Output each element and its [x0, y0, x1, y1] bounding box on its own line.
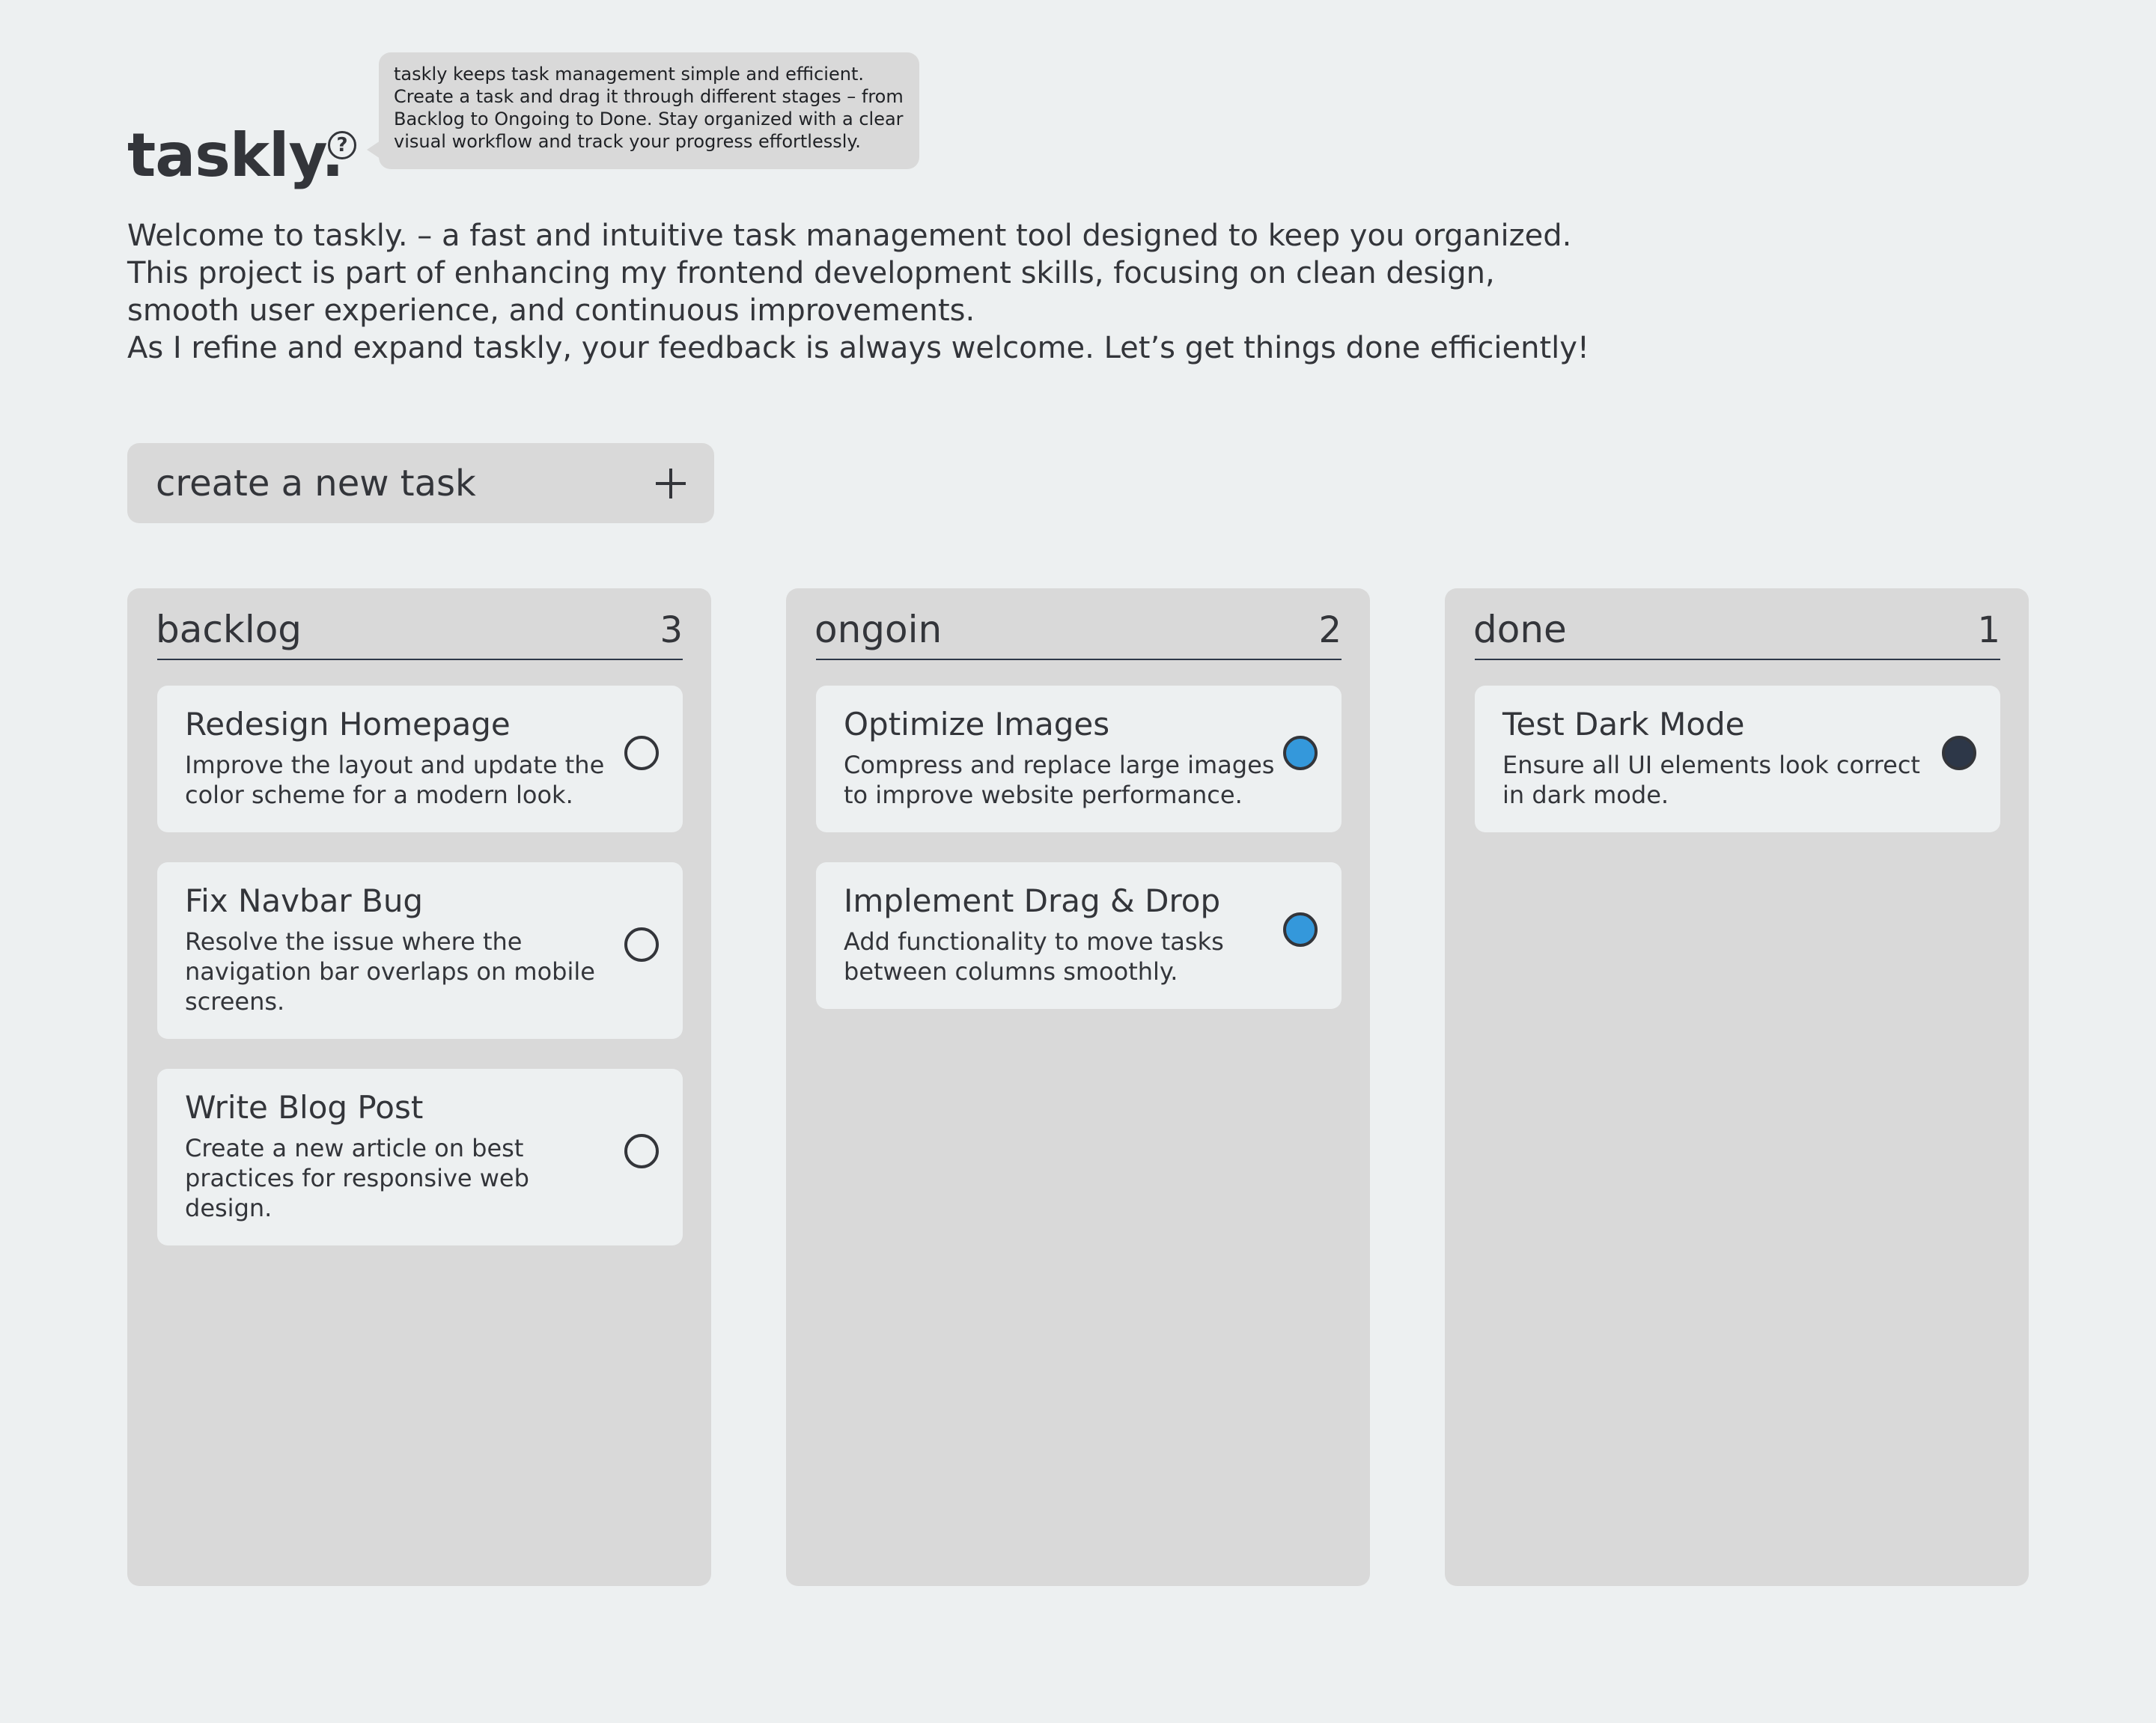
tooltip-line: taskly keeps task management simple and … — [394, 64, 864, 85]
ongoing-column[interactable]: ongoin 2 Optimize Images Compress and repla… — [786, 588, 1370, 1586]
intro-line: smooth user experience, and continuous i… — [127, 293, 975, 328]
column-header: done 1 — [1473, 588, 2000, 660]
task-title: Implement Drag & Drop — [844, 882, 1221, 919]
status-circle-icon[interactable] — [624, 736, 659, 770]
column-count: 1 — [1977, 609, 2000, 651]
status-circle-icon[interactable] — [1283, 912, 1318, 947]
task-title: Fix Navbar Bug — [185, 882, 424, 919]
task-card[interactable]: Write Blog Post Create a new article on b… — [157, 1069, 683, 1245]
task-card[interactable]: Implement Drag & Drop Add functionality t… — [816, 862, 1342, 1009]
status-circle-icon[interactable] — [624, 927, 659, 962]
task-description: Resolve the issue where the navigation b… — [185, 927, 595, 1016]
task-description: Improve the layout and update the color … — [185, 751, 605, 809]
create-task-label: create a new task — [156, 462, 476, 504]
task-title: Test Dark Mode — [1502, 706, 1745, 742]
backlog-column[interactable]: backlog 3 Redesign Homepage Improve the lay… — [127, 588, 711, 1586]
intro-line: As I refine and expand taskly, your feed… — [127, 331, 1589, 365]
status-circle-icon[interactable] — [1942, 736, 1976, 770]
column-header: ongoin 2 — [814, 588, 1342, 660]
task-card[interactable]: Redesign Homepage Improve the layout and … — [157, 686, 683, 832]
task-title: Optimize Images — [844, 706, 1110, 742]
status-circle-icon[interactable] — [624, 1134, 659, 1168]
task-text: Optimize Images Compress and replace larg… — [844, 705, 1278, 810]
done-column[interactable]: done 1 Test Dark Mode Ensure all UI element… — [1445, 588, 2029, 1586]
task-list: Test Dark Mode Ensure all UI elements loo… — [1475, 660, 2000, 832]
intro-line: Welcome to taskly. – a fast and intuitiv… — [127, 219, 1572, 253]
task-list: Redesign Homepage Improve the layout and … — [157, 660, 683, 1245]
column-title: backlog — [156, 608, 302, 651]
tooltip-line: visual workflow and track your progress … — [394, 131, 861, 152]
plus-icon — [656, 468, 686, 498]
task-list: Optimize Images Compress and replace larg… — [816, 660, 1342, 1009]
task-board: backlog 3 Redesign Homepage Improve the lay… — [127, 588, 2029, 1586]
intro-text: Welcome to taskly. – a fast and intuitiv… — [127, 217, 1737, 367]
task-title: Redesign Homepage — [185, 706, 511, 742]
column-header: backlog 3 — [156, 588, 683, 660]
task-card[interactable]: Test Dark Mode Ensure all UI elements loo… — [1475, 686, 2000, 832]
column-count: 2 — [1318, 609, 1342, 651]
task-title: Write Blog Post — [185, 1089, 424, 1126]
column-count: 3 — [660, 609, 683, 651]
task-text: Test Dark Mode Ensure all UI elements loo… — [1502, 705, 1937, 810]
task-description: Create a new article on best practices f… — [185, 1134, 529, 1222]
task-card[interactable]: Fix Navbar Bug Resolve the issue where th… — [157, 862, 683, 1039]
task-description: Ensure all UI elements look correct in d… — [1502, 751, 1920, 809]
task-description: Compress and replace large images to imp… — [844, 751, 1275, 809]
task-description: Add functionality to move tasks between … — [844, 927, 1224, 986]
task-text: Redesign Homepage Improve the layout and … — [185, 705, 619, 810]
tooltip-line: Create a task and drag it through differ… — [394, 86, 904, 107]
status-circle-icon[interactable] — [1283, 736, 1318, 770]
intro-line: This project is part of enhancing my fro… — [127, 256, 1495, 290]
help-tooltip: taskly keeps task management simple and … — [367, 52, 919, 169]
column-title: done — [1473, 608, 1567, 651]
question-circle-icon[interactable]: ? — [328, 131, 356, 159]
task-text: Write Blog Post Create a new article on b… — [185, 1088, 619, 1223]
column-title: ongoin — [814, 608, 943, 651]
create-task-button[interactable]: create a new task — [127, 443, 714, 523]
task-text: Implement Drag & Drop Add functionality t… — [844, 882, 1278, 986]
task-card[interactable]: Optimize Images Compress and replace larg… — [816, 686, 1342, 832]
tooltip-line: Backlog to Ongoing to Done. Stay organiz… — [394, 109, 904, 129]
task-text: Fix Navbar Bug Resolve the issue where th… — [185, 882, 619, 1016]
app-logo: taskly. — [127, 121, 344, 190]
